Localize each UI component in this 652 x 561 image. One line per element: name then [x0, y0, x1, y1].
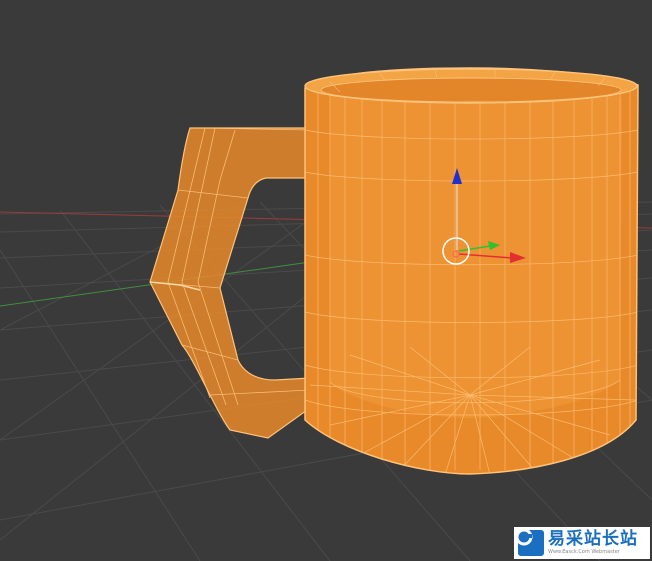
3d-viewport[interactable]: 易采站长站 Www.Easck.Com Webmaster	[0, 0, 652, 561]
mug-body[interactable]	[304, 67, 639, 475]
watermark-title: 易采站长站	[548, 529, 638, 549]
site-logo-icon	[515, 528, 544, 556]
viewport-scene	[0, 67, 652, 561]
watermark: 易采站长站 Www.Easck.Com Webmaster	[514, 527, 650, 559]
watermark-subtitle: Www.Easck.Com Webmaster	[548, 549, 620, 555]
mug-handle[interactable]	[149, 127, 311, 439]
